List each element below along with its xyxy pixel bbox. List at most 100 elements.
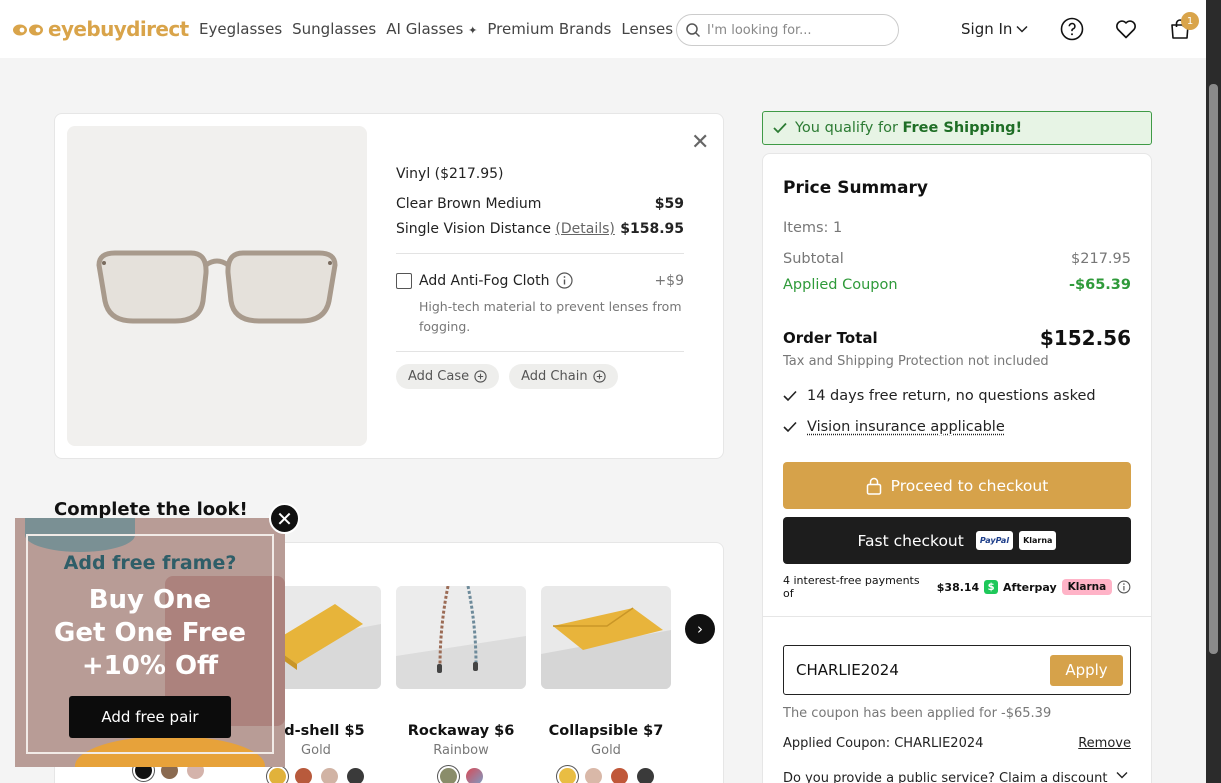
vision-insurance-link[interactable]: Vision insurance applicable — [807, 419, 1005, 435]
info-icon[interactable] — [556, 272, 574, 289]
subtotal-row: Subtotal $217.95 — [783, 251, 1131, 267]
lens-label-wrap: Single Vision Distance (Details) — [396, 221, 615, 237]
promo-line-3: +10% Off — [81, 651, 219, 681]
accessory-card-rockaway[interactable]: Rockaway $6 Rainbow — [396, 586, 526, 783]
logo-text: eyebuydirect — [48, 17, 189, 41]
logo[interactable]: eyebuydirect — [12, 17, 189, 41]
heart-icon[interactable] — [1114, 17, 1138, 41]
klarna-pill: Klarna — [1061, 579, 1113, 595]
accessory-card-collapsible[interactable]: Collapsible $7 Gold — [541, 586, 671, 783]
coupon-input[interactable] — [796, 661, 1036, 679]
scrollbar-thumb[interactable] — [1209, 84, 1218, 654]
fast-checkout-button[interactable]: Fast checkout PayPal Klarna — [783, 517, 1131, 564]
price-summary-title: Price Summary — [783, 178, 928, 198]
order-total-value: $152.56 — [1039, 326, 1131, 350]
swatch[interactable] — [439, 768, 457, 783]
search-icon — [686, 23, 701, 38]
applied-coupon-label: Applied Coupon: CHARLIE2024 — [783, 736, 984, 751]
site-header: eyebuydirect Eyeglasses Sunglasses AI Gl… — [0, 0, 1206, 58]
accessory-color: Gold — [591, 743, 621, 758]
help-icon[interactable] — [1060, 17, 1084, 41]
nav-ai-glasses[interactable]: AI Glasses ✦ — [386, 20, 477, 38]
swatch[interactable] — [320, 768, 338, 783]
check-icon — [773, 122, 787, 134]
frame-label: Clear Brown Medium — [396, 196, 542, 212]
promo-question: Add free frame? — [63, 552, 237, 574]
divider — [396, 351, 684, 352]
subtotal-label: Subtotal — [783, 251, 844, 267]
swatch[interactable] — [584, 768, 602, 783]
collapsible-case-image — [541, 586, 671, 689]
klarna-logo: Klarna — [1019, 531, 1057, 550]
accessory-image — [541, 586, 671, 689]
applied-coupon-row: Applied Coupon -$65.39 — [783, 277, 1131, 293]
afterpay-icon: $ — [984, 580, 999, 594]
nav-ai-glasses-label: AI Glasses — [386, 20, 464, 38]
order-total-label: Order Total — [783, 329, 878, 347]
coupon-field: Apply — [783, 645, 1131, 695]
product-info: Vinyl ($217.95) Clear Brown Medium $59 S… — [396, 166, 684, 389]
tax-note: Tax and Shipping Protection not included — [783, 354, 1049, 369]
swatch[interactable] — [465, 768, 483, 783]
check-icon — [783, 421, 797, 433]
swatch[interactable] — [346, 768, 364, 783]
nav-sunglasses[interactable]: Sunglasses — [292, 20, 376, 38]
swatch[interactable] — [294, 768, 312, 783]
installment-amount: $38.14 — [936, 580, 980, 594]
accessory-image — [396, 586, 526, 689]
paypal-logo: PayPal — [975, 531, 1014, 550]
product-title: Vinyl ($217.95) — [396, 166, 504, 182]
public-service-label: Do you provide a public service? Claim a… — [783, 771, 1108, 783]
swatch[interactable] — [558, 768, 576, 783]
coupon-note: The coupon has been applied for -$65.39 — [783, 706, 1052, 721]
chevron-right-icon: › — [697, 620, 703, 638]
afterpay-label: Afterpay — [1003, 580, 1057, 594]
lens-price: $158.95 — [620, 221, 684, 237]
shipping-prefix: You qualify for — [795, 120, 898, 136]
remove-coupon-link[interactable]: Remove — [1078, 736, 1131, 751]
nav-lenses[interactable]: Lenses — [621, 20, 673, 38]
benefit-vision-insurance: Vision insurance applicable — [783, 419, 1005, 435]
promo-popup: Add free frame? Buy One Get One Free +10… — [15, 518, 285, 767]
add-case-button[interactable]: Add Case — [396, 364, 500, 389]
carousel-next-button[interactable]: › — [685, 614, 715, 644]
cart-item-card: ✕ Vinyl ($217.95) Clear Brown Medium $59… — [54, 113, 724, 459]
lens-details-link[interactable]: (Details) — [555, 221, 614, 237]
search-input[interactable] — [707, 22, 887, 38]
coupon-label: Applied Coupon — [783, 277, 898, 293]
proceed-to-checkout-button[interactable]: Proceed to checkout — [783, 462, 1131, 509]
info-icon[interactable] — [1117, 580, 1131, 594]
add-free-pair-button[interactable]: Add free pair — [69, 696, 231, 738]
swatch[interactable] — [268, 768, 286, 783]
swatch[interactable] — [610, 768, 628, 783]
search-bar[interactable] — [676, 14, 899, 46]
free-shipping-banner: You qualify for Free Shipping! — [762, 111, 1152, 145]
add-chain-button[interactable]: Add Chain — [509, 364, 618, 389]
apply-coupon-button[interactable]: Apply — [1050, 654, 1123, 686]
swatch[interactable] — [636, 768, 654, 783]
accessory-name: Rockaway $6 — [407, 723, 515, 739]
shipping-bold: Free Shipping! — [902, 120, 1023, 136]
items-count: Items: 1 — [783, 220, 1131, 236]
remove-item-icon[interactable]: ✕ — [691, 130, 709, 155]
subtotal-value: $217.95 — [1071, 251, 1131, 267]
order-total-row: Order Total $152.56 — [783, 326, 1131, 350]
chevron-down-icon — [1016, 25, 1028, 33]
nav-eyeglasses[interactable]: Eyeglasses — [199, 20, 282, 38]
close-promo-icon[interactable]: ✕ — [269, 503, 300, 534]
color-swatches — [251, 768, 381, 783]
anti-fog-addon-left: Add Anti-Fog Cloth — [396, 272, 574, 289]
coupon-value: -$65.39 — [1069, 277, 1131, 293]
accessory-color: Rainbow — [433, 743, 489, 758]
promo-headline: Buy One Get One Free +10% Off — [15, 584, 285, 683]
product-image[interactable] — [67, 126, 367, 446]
nav-premium-brands[interactable]: Premium Brands — [487, 20, 611, 38]
anti-fog-checkbox[interactable] — [396, 272, 412, 289]
public-service-discount-link[interactable]: Do you provide a public service? Claim a… — [783, 771, 1128, 783]
add-case-label: Add Case — [408, 369, 470, 384]
anti-fog-description: High-tech material to prevent lenses fro… — [419, 299, 682, 334]
check-icon — [783, 390, 797, 402]
cart-count-badge: 1 — [1181, 12, 1199, 30]
page-scrollbar[interactable] — [1206, 0, 1221, 783]
sign-in-button[interactable]: Sign In — [961, 20, 1028, 38]
